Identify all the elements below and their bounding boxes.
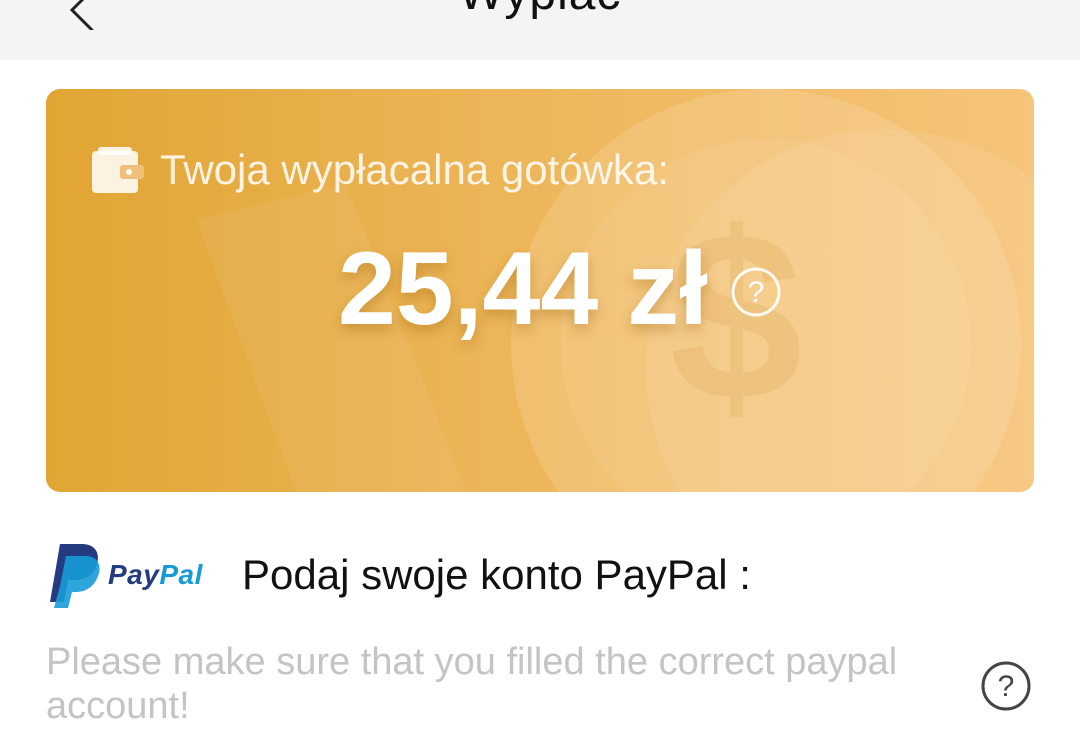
balance-label: Twoja wypłacalna gotówka: [160,146,669,193]
paypal-p-icon [50,544,100,608]
paypal-logo: PayPal [46,542,216,608]
page-title: Wypłać [0,0,1080,21]
top-bar: Wypłać [0,0,1080,60]
paypal-account-input[interactable] [46,640,956,730]
svg-text:?: ? [998,670,1015,703]
question-circle-icon[interactable]: ? [980,660,1032,712]
svg-text:?: ? [748,276,765,309]
paypal-wordmark: PayPal [108,559,203,590]
paypal-account-heading: Podaj swoje konto PayPal : [242,551,751,598]
balance-label-row: Twoja wypłacalna gotówka: [92,145,669,195]
paypal-header-row: PayPal Podaj swoje konto PayPal : [46,540,751,610]
balance-card: $ Twoja wypłacalna gotówka: 25,44 zł ? [46,89,1034,492]
balance-amount: 25,44 zł [337,230,709,347]
question-circle-icon[interactable]: ? [730,266,782,318]
balance-amount-row: 25,44 zł ? [46,231,1034,347]
wallet-icon [92,147,144,193]
